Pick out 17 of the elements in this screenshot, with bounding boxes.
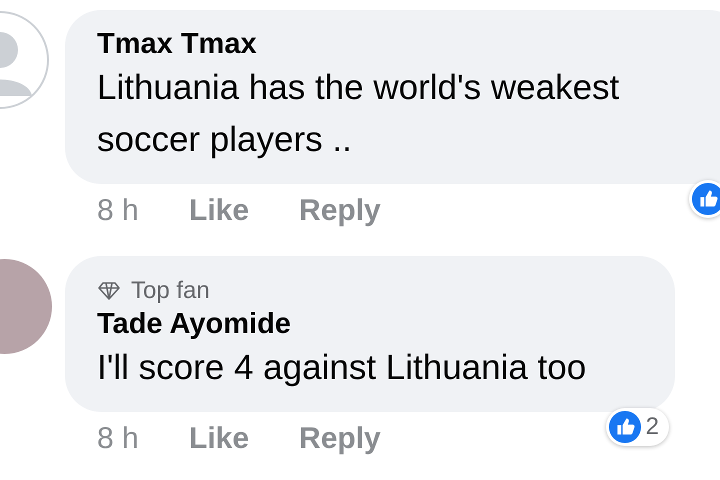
top-fan-label: Top fan <box>131 276 210 306</box>
comment-time: 8 h <box>97 194 140 228</box>
thumbs-up-icon <box>608 410 642 444</box>
comment-action-link[interactable]: Like <box>189 422 250 456</box>
reaction-count: 2 <box>646 413 659 441</box>
thumbs-up-icon <box>691 182 720 216</box>
diamond-icon <box>97 281 121 301</box>
comment-action-link[interactable]: Like <box>189 194 250 228</box>
comment-text: Lithuania has the world's weakest soccer players .. <box>97 67 620 161</box>
reaction-badge[interactable] <box>689 180 720 218</box>
reaction-badge[interactable]: 2 <box>606 408 669 446</box>
author-name[interactable]: Tmax Tmax <box>97 26 713 62</box>
comment-time: 8 h <box>97 422 140 456</box>
author-name[interactable]: Tade Ayomide <box>97 306 643 342</box>
comment-action-link[interactable]: Reply <box>299 194 381 228</box>
comment-text: I'll score 4 against Lithuania too <box>97 347 588 389</box>
comment-action-link[interactable]: Reply <box>299 422 381 456</box>
